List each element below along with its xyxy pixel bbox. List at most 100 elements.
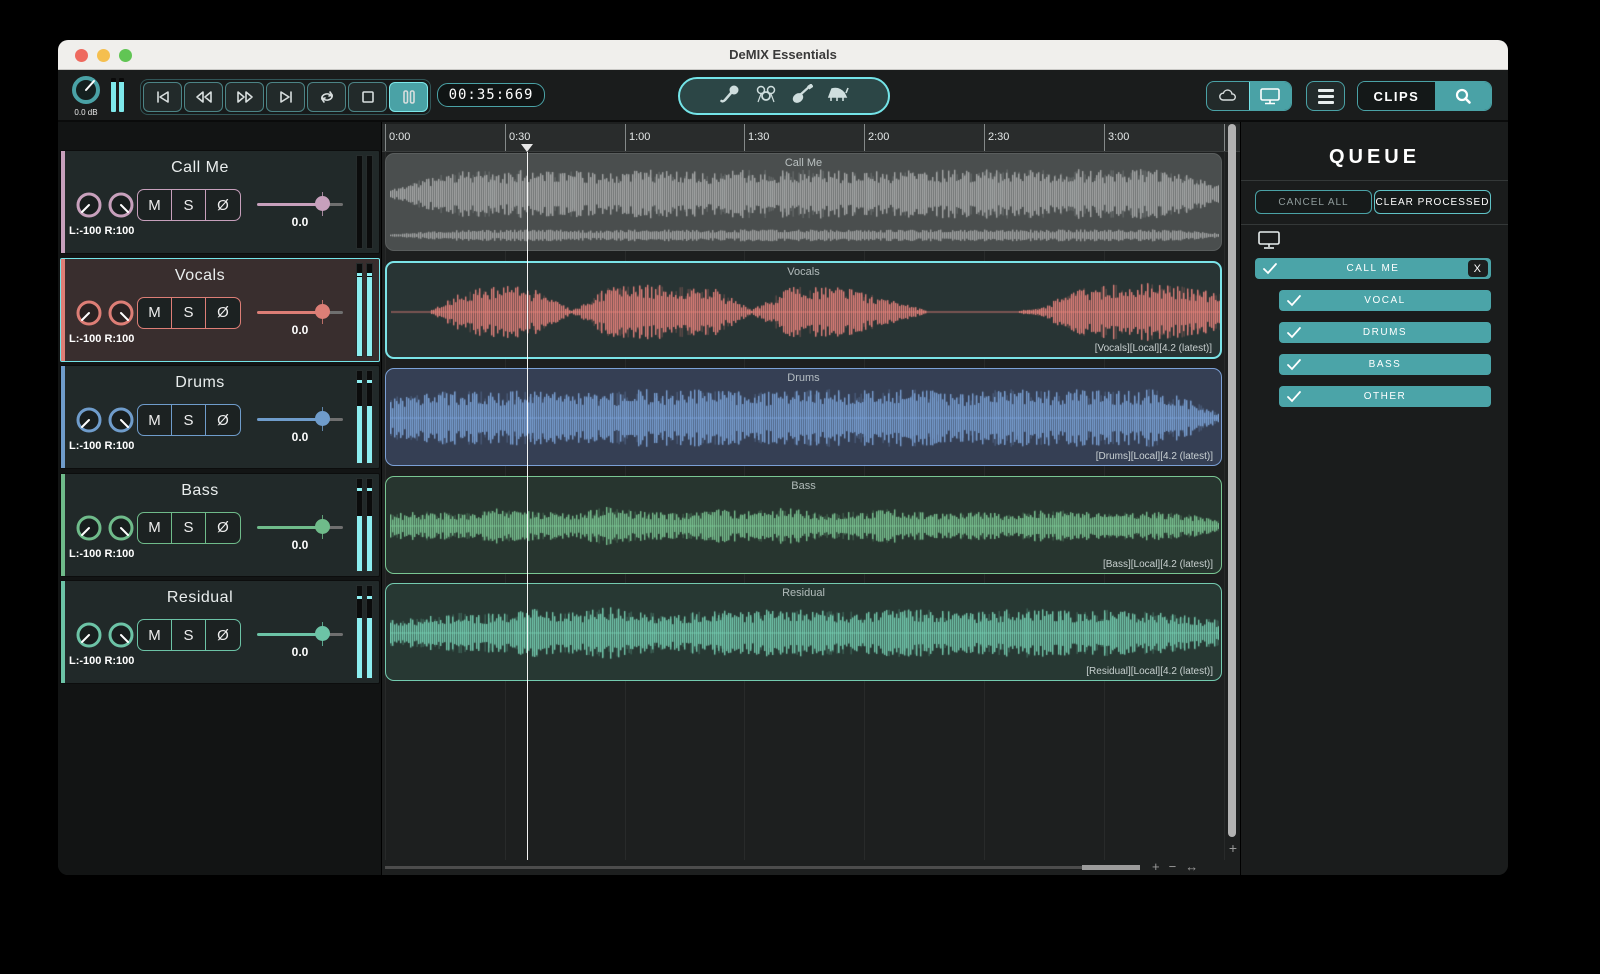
pan-left-knob[interactable]: [75, 406, 103, 439]
queue-job-call-me[interactable]: CALL ME X: [1255, 258, 1491, 279]
search-button[interactable]: [1434, 82, 1491, 110]
clips-search-group: CLIPS: [1357, 81, 1492, 111]
phase-invert-button[interactable]: Ø: [206, 513, 240, 543]
clip-version-label: [Vocals][Local][4.2 (latest)]: [1094, 342, 1212, 354]
microphone-icon[interactable]: [719, 84, 741, 109]
rewind-button[interactable]: [184, 82, 223, 112]
clip-version-label: [Residual][Local][4.2 (latest)]: [1086, 666, 1213, 678]
solo-button[interactable]: S: [172, 620, 206, 651]
pan-left-knob[interactable]: [75, 621, 103, 654]
track-header[interactable]: Residual M S Ø L:-100 R:100 0.0: [60, 580, 380, 685]
local-job-monitor-icon: [1257, 230, 1281, 255]
clear-processed-button[interactable]: CLEAR PROCESSED: [1374, 190, 1491, 214]
clips-button[interactable]: CLIPS: [1358, 82, 1435, 110]
queue-stem-row[interactable]: DRUMS: [1279, 322, 1491, 343]
audio-clip[interactable]: Vocals [Vocals][Local][4.2 (latest)]: [385, 260, 1222, 359]
pan-right-knob[interactable]: [107, 299, 135, 332]
track-header[interactable]: Vocals M S Ø L:-100 R:100 0.0: [60, 257, 380, 362]
phase-invert-button[interactable]: Ø: [206, 405, 240, 435]
ruler-tick: [984, 124, 985, 151]
audio-clip[interactable]: Residual [Residual][Local][4.2 (latest)]: [385, 583, 1222, 682]
audio-clip[interactable]: Drums [Drums][Local][4.2 (latest)]: [385, 368, 1222, 467]
time-display[interactable]: 00:35:669: [437, 83, 545, 107]
volume-slider-thumb[interactable]: [315, 518, 330, 534]
check-icon: [1286, 357, 1302, 374]
queue-stem-row[interactable]: BASS: [1279, 354, 1491, 375]
phase-invert-button[interactable]: Ø: [206, 190, 240, 220]
pan-range-label: L:-100 R:100: [69, 332, 135, 345]
track-header[interactable]: Drums M S Ø L:-100 R:100 0.0: [60, 365, 380, 470]
mute-button[interactable]: M: [138, 512, 172, 543]
solo-button[interactable]: S: [172, 297, 206, 328]
volume-slider-thumb[interactable]: [315, 626, 330, 642]
mute-button[interactable]: M: [138, 297, 172, 328]
drum-kit-icon[interactable]: [754, 84, 778, 109]
ruler-tick-label: 0:30: [509, 131, 531, 143]
source-toggle-group: [1206, 81, 1292, 111]
zoom-in-button[interactable]: +: [1152, 859, 1160, 874]
timeline-ruler[interactable]: 0:000:301:001:302:002:303:003: [382, 124, 1240, 152]
zoom-fit-button[interactable]: ↔: [1185, 859, 1198, 874]
pan-right-knob[interactable]: [107, 514, 135, 547]
solo-button[interactable]: S: [172, 512, 206, 543]
track-header[interactable]: Call Me M S Ø L:-100 R:100 0.0: [60, 150, 380, 254]
queue-stem-row[interactable]: OTHER: [1279, 386, 1491, 407]
track-name: Call Me: [171, 159, 229, 176]
mute-button[interactable]: M: [138, 405, 172, 436]
zoom-out-button[interactable]: −: [1169, 859, 1177, 874]
volume-slider-thumb[interactable]: [315, 303, 330, 319]
loop-button[interactable]: [307, 82, 346, 112]
volume-value: 0.0: [291, 645, 309, 660]
pan-right-knob[interactable]: [107, 406, 135, 439]
solo-button[interactable]: S: [172, 405, 206, 436]
pan-left-knob[interactable]: [75, 514, 103, 547]
playhead-line[interactable]: [527, 152, 528, 860]
remove-job-button[interactable]: X: [1468, 260, 1488, 277]
horizontal-scrollbar-track[interactable]: [385, 866, 1122, 869]
track-mso-group: M S Ø: [137, 511, 241, 544]
menu-button[interactable]: [1306, 81, 1345, 111]
piano-icon[interactable]: [826, 84, 850, 109]
vertical-zoom-in-button[interactable]: +: [1229, 840, 1237, 856]
track-name: Residual: [166, 589, 234, 607]
fast-forward-button[interactable]: [225, 82, 264, 112]
audio-clip[interactable]: Call Me: [385, 153, 1222, 251]
track-mso-group: M S Ø: [137, 404, 241, 437]
skip-to-end-button[interactable]: [266, 82, 305, 112]
cancel-all-button[interactable]: CANCEL ALL: [1255, 190, 1372, 214]
phase-invert-button[interactable]: Ø: [206, 298, 240, 328]
pan-left-knob[interactable]: [75, 191, 103, 224]
queue-job-label: CALL ME: [1346, 263, 1400, 274]
queue-stem-row[interactable]: VOCAL: [1279, 290, 1491, 311]
solo-button[interactable]: S: [172, 190, 206, 220]
pan-right-knob[interactable]: [107, 191, 135, 224]
master-volume-knob[interactable]: [70, 74, 102, 111]
mute-button[interactable]: M: [138, 190, 172, 220]
track-level-meters: [356, 262, 373, 357]
master-level-meters: [111, 78, 124, 112]
mute-button[interactable]: M: [138, 620, 172, 651]
stop-button[interactable]: [348, 82, 387, 112]
queue-panel: QUEUE CANCEL ALL CLEAR PROCESSED CALL ME…: [1240, 122, 1508, 875]
local-monitor-button[interactable]: [1248, 82, 1291, 110]
pause-button[interactable]: [389, 82, 428, 112]
track-header[interactable]: Bass M S Ø L:-100 R:100 0.0: [60, 472, 380, 577]
pan-range-label: L:-100 R:100: [69, 655, 135, 668]
playhead-handle[interactable]: [521, 144, 533, 152]
horizontal-scrollbar-thumb[interactable]: [1082, 865, 1140, 870]
guitar-icon[interactable]: [791, 82, 813, 109]
cloud-button[interactable]: [1207, 82, 1249, 110]
skip-to-start-button[interactable]: [143, 82, 182, 112]
queue-stem-label: BASS: [1368, 359, 1402, 370]
volume-slider-thumb[interactable]: [315, 411, 330, 427]
phase-invert-button[interactable]: Ø: [206, 620, 240, 650]
track-mso-group: M S Ø: [137, 189, 241, 221]
vertical-scrollbar[interactable]: [1228, 124, 1236, 837]
pan-right-knob[interactable]: [107, 621, 135, 654]
pan-left-knob[interactable]: [75, 299, 103, 332]
waveform: [390, 480, 1219, 571]
window-title: DeMIX Essentials: [729, 47, 837, 62]
volume-slider-thumb[interactable]: [315, 196, 330, 211]
queue-stem-label: VOCAL: [1364, 295, 1406, 306]
audio-clip[interactable]: Bass [Bass][Local][4.2 (latest)]: [385, 475, 1222, 574]
